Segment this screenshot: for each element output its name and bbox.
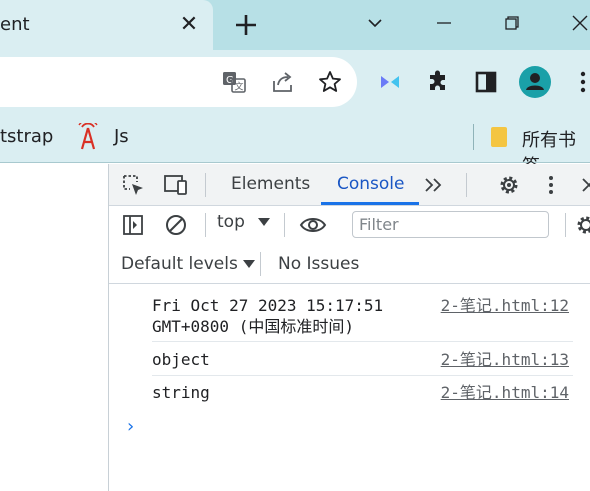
log-levels-label: Default levels — [121, 254, 238, 274]
devtools-tabbar: Elements Console — [109, 164, 590, 206]
toolbar-divider — [260, 252, 261, 276]
address-bar[interactable]: G文 — [0, 57, 357, 107]
console-prompt-icon[interactable]: › — [127, 416, 134, 437]
devtools-more-icon[interactable] — [537, 171, 565, 199]
active-tab-indicator — [321, 202, 419, 205]
folder-icon — [490, 126, 508, 148]
toolbar-divider — [466, 173, 467, 197]
device-toolbar-icon[interactable] — [162, 171, 190, 199]
puzzle-icon[interactable] — [421, 65, 455, 99]
console-toolbar: top — [109, 206, 590, 244]
context-value: top — [217, 212, 245, 232]
live-expression-eye-icon[interactable] — [299, 211, 327, 239]
log-source-link[interactable]: 2-笔记.html:12 — [441, 295, 569, 316]
issues-counter[interactable]: No Issues — [278, 254, 359, 274]
restore-icon[interactable] — [497, 8, 527, 38]
tab-elements[interactable]: Elements — [231, 174, 310, 194]
bookmarks-bar: tstrap Js 所有书签 — [0, 113, 590, 177]
bookmark-star-icon[interactable] — [313, 65, 347, 99]
tab-strip: ent ✕ — [0, 0, 590, 50]
bookmarks-divider — [473, 124, 474, 150]
console-log-row: object 2-笔记.html:13 — [152, 349, 573, 376]
share-icon[interactable] — [266, 65, 300, 99]
tab-console[interactable]: Console — [337, 174, 405, 194]
sidebar-icon[interactable] — [469, 65, 503, 99]
profile-avatar-icon[interactable] — [518, 65, 552, 99]
dropdown-caret-icon — [257, 218, 270, 226]
tab-title: ent — [0, 14, 30, 35]
browser-toolbar: G文 — [0, 50, 590, 113]
log-message: Fri Oct 27 2023 15:17:51 GMT+0800 (中国标准时… — [152, 296, 384, 336]
filter-input-wrapper — [352, 211, 549, 238]
clear-console-icon[interactable] — [162, 211, 190, 239]
toolbar-divider — [284, 213, 285, 237]
browser-more-icon[interactable] — [566, 65, 590, 99]
devtools-panel: Elements Console top Filter Default leve… — [108, 164, 590, 491]
minimize-icon[interactable] — [429, 8, 459, 38]
page-content — [0, 164, 108, 491]
new-tab-button[interactable] — [231, 10, 261, 40]
svg-text:文: 文 — [235, 81, 244, 93]
toolbar-divider — [205, 213, 206, 237]
settings-gear-icon[interactable] — [495, 171, 523, 199]
console-log-row: string 2-笔记.html:14 — [152, 382, 573, 409]
console-levels-bar: Default levels No Issues — [109, 244, 590, 284]
toolbar-divider — [565, 213, 566, 237]
dropdown-caret-icon — [242, 260, 255, 268]
toolbar-divider — [205, 173, 206, 197]
translate-icon[interactable]: G文 — [217, 65, 251, 99]
more-tabs-chevron-icon[interactable] — [420, 171, 448, 199]
log-levels-dropdown[interactable]: Default levels — [121, 254, 255, 274]
console-output: Fri Oct 27 2023 15:17:51 GMT+0800 (中国标准时… — [109, 285, 590, 491]
bookmark-item[interactable]: Js — [114, 126, 129, 147]
log-source-link[interactable]: 2-笔记.html:14 — [441, 382, 569, 403]
sidebar-toggle-icon[interactable] — [119, 211, 147, 239]
bookmark-item[interactable]: tstrap — [0, 126, 53, 147]
log-message: string — [152, 383, 210, 402]
active-tab[interactable]: ent ✕ — [0, 0, 213, 50]
tab-close-icon[interactable]: ✕ — [178, 12, 200, 38]
filter-input[interactable] — [353, 212, 548, 237]
log-source-link[interactable]: 2-笔记.html:13 — [441, 349, 569, 370]
extension-m-icon[interactable] — [373, 65, 407, 99]
window-close-icon[interactable] — [565, 8, 590, 38]
inspect-element-icon[interactable] — [119, 171, 147, 199]
tab-search-chevron-down-icon[interactable] — [360, 8, 390, 38]
devtools-close-icon[interactable] — [575, 171, 590, 199]
context-selector[interactable]: top — [217, 212, 270, 232]
bookmark-favicon-icon — [77, 119, 99, 151]
console-settings-gear-icon[interactable] — [572, 211, 590, 239]
log-message: object — [152, 350, 210, 369]
console-log-row: Fri Oct 27 2023 15:17:51 GMT+0800 (中国标准时… — [152, 295, 573, 342]
